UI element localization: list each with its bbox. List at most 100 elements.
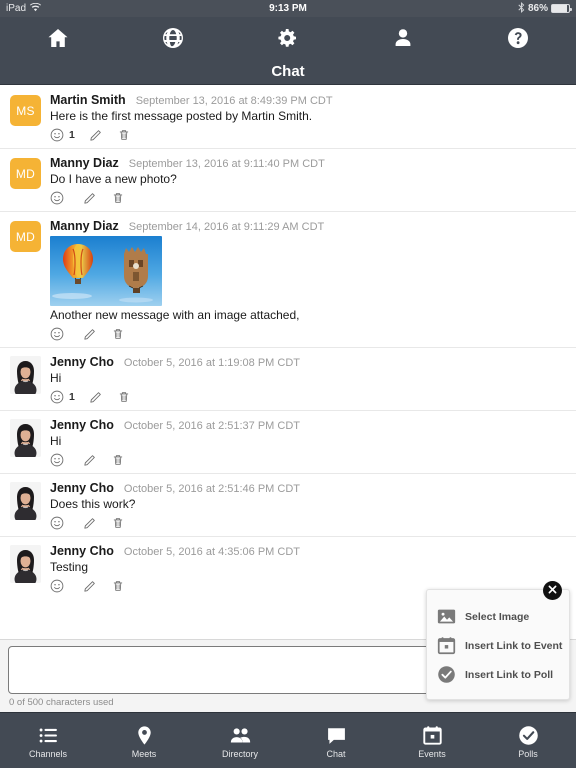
close-icon	[547, 582, 558, 600]
nav-globe-button[interactable]	[115, 17, 230, 58]
edit-button[interactable]	[83, 579, 97, 593]
message-timestamp: September 13, 2016 at 8:49:39 PM CDT	[135, 95, 333, 107]
home-icon	[46, 26, 70, 50]
tab-label: Polls	[518, 749, 538, 759]
message-item: MD Manny Diaz September 13, 2016 at 9:11…	[0, 148, 576, 211]
pencil-icon	[83, 516, 97, 530]
message-body: Manny Diaz September 14, 2016 at 9:11:29…	[50, 219, 566, 345]
nav-profile-button[interactable]	[346, 17, 461, 58]
message-timestamp: October 5, 2016 at 2:51:46 PM CDT	[123, 483, 300, 495]
people-icon	[230, 725, 251, 746]
message-item: MS Martin Smith September 13, 2016 at 8:…	[0, 85, 576, 148]
message-body: Manny Diaz September 13, 2016 at 9:11:40…	[50, 156, 566, 209]
react-button[interactable]	[50, 579, 69, 593]
delete-button[interactable]	[117, 128, 131, 142]
smiley-icon	[50, 327, 64, 341]
insert-link-to-event-menu-item[interactable]: Insert Link to Event	[427, 631, 569, 660]
smiley-icon	[50, 516, 64, 530]
tab-meets[interactable]: Meets	[96, 713, 192, 768]
pencil-icon	[89, 128, 103, 142]
message-text: Do I have a new photo?	[50, 172, 177, 186]
smiley-icon	[50, 390, 64, 404]
message-author: Martin Smith	[50, 93, 126, 107]
message-timestamp: September 14, 2016 at 9:11:29 AM CDT	[128, 221, 325, 233]
delete-button[interactable]	[111, 579, 125, 593]
message-item: Jenny Cho October 5, 2016 at 1:19:08 PM …	[0, 347, 576, 410]
edit-button[interactable]	[83, 516, 97, 530]
trash-icon	[117, 128, 131, 142]
edit-button[interactable]	[89, 128, 103, 142]
delete-button[interactable]	[117, 390, 131, 404]
wifi-icon	[30, 2, 42, 15]
avatar	[10, 482, 41, 520]
message-item: Jenny Cho October 5, 2016 at 2:51:46 PM …	[0, 473, 576, 536]
edit-button[interactable]	[89, 390, 103, 404]
trash-icon	[111, 191, 125, 205]
tab-label: Meets	[131, 749, 157, 759]
react-button[interactable]	[50, 516, 69, 530]
message-body: Jenny Cho October 5, 2016 at 2:51:46 PM …	[50, 481, 566, 534]
delete-button[interactable]	[111, 327, 125, 341]
insert-link-to-poll-menu-item[interactable]: Insert Link to Poll	[427, 660, 569, 689]
tab-chat[interactable]: Chat	[288, 713, 384, 768]
edit-button[interactable]	[83, 327, 97, 341]
tab-polls[interactable]: Polls	[480, 713, 576, 768]
calendar-icon	[437, 636, 456, 655]
message-body: Jenny Cho October 5, 2016 at 2:51:37 PM …	[50, 418, 566, 471]
pencil-icon	[89, 390, 103, 404]
image-icon	[437, 607, 456, 626]
edit-button[interactable]	[83, 453, 97, 467]
message-header: Jenny Cho October 5, 2016 at 2:51:46 PM …	[50, 481, 566, 495]
attachment-popup-menu: Select Image Insert Link to Event Insert…	[426, 581, 570, 700]
react-button[interactable]	[50, 191, 69, 205]
smiley-icon	[50, 128, 64, 142]
check-circle-icon	[518, 725, 539, 746]
message-attachment-image[interactable]	[50, 236, 162, 306]
message-author: Jenny Cho	[50, 418, 114, 432]
gear-icon	[276, 26, 300, 50]
message-header: Martin Smith September 13, 2016 at 8:49:…	[50, 93, 566, 107]
avatar: MS	[10, 95, 41, 126]
nav-help-button[interactable]	[461, 17, 576, 58]
message-actions	[50, 516, 566, 534]
react-button[interactable]: 1	[50, 390, 75, 404]
message-text: Hi	[50, 434, 62, 448]
nav-settings-button[interactable]	[230, 17, 345, 58]
delete-button[interactable]	[111, 191, 125, 205]
trash-icon	[111, 579, 125, 593]
edit-button[interactable]	[83, 191, 97, 205]
popup-item-label: Insert Link to Poll	[465, 668, 554, 681]
message-header: Jenny Cho October 5, 2016 at 1:19:08 PM …	[50, 355, 566, 369]
message-author: Jenny Cho	[50, 355, 114, 369]
react-button[interactable]: 1	[50, 128, 75, 142]
react-button[interactable]	[50, 453, 69, 467]
message-text: Another new message with an image attach…	[50, 308, 300, 322]
tab-directory[interactable]: Directory	[192, 713, 288, 768]
tab-channels[interactable]: Channels	[0, 713, 96, 768]
message-body: Jenny Cho October 5, 2016 at 1:19:08 PM …	[50, 355, 566, 408]
status-bar-left: iPad	[6, 2, 42, 15]
message-actions: 1	[50, 390, 566, 408]
device-name: iPad	[6, 3, 27, 14]
bluetooth-icon	[518, 1, 525, 16]
top-navigation-bar	[0, 17, 576, 58]
react-button[interactable]	[50, 327, 69, 341]
check-circle-icon	[437, 665, 456, 684]
delete-button[interactable]	[111, 453, 125, 467]
close-button[interactable]	[543, 581, 562, 600]
pencil-icon	[83, 453, 97, 467]
message-list[interactable]: MS Martin Smith September 13, 2016 at 8:…	[0, 85, 576, 639]
message-item: Jenny Cho October 5, 2016 at 2:51:37 PM …	[0, 410, 576, 473]
delete-button[interactable]	[111, 516, 125, 530]
nav-home-button[interactable]	[0, 17, 115, 58]
select-image-menu-item[interactable]: Select Image	[427, 602, 569, 631]
trash-icon	[111, 453, 125, 467]
reaction-count: 1	[69, 391, 75, 403]
tab-events[interactable]: Events	[384, 713, 480, 768]
message-author: Manny Diaz	[50, 219, 119, 233]
trash-icon	[117, 390, 131, 404]
status-bar-time: 9:13 PM	[269, 3, 307, 14]
calendar-icon	[422, 725, 443, 746]
avatar: MD	[10, 221, 41, 252]
message-body: Martin Smith September 13, 2016 at 8:49:…	[50, 93, 566, 146]
